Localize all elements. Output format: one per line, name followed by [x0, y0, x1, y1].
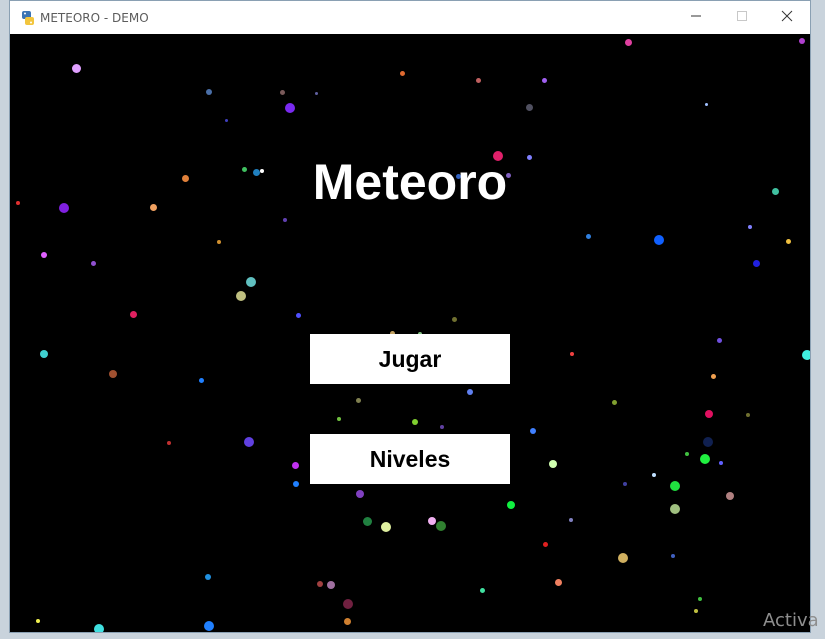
- star: [293, 481, 299, 487]
- star: [436, 521, 446, 531]
- star: [356, 490, 364, 498]
- star: [317, 581, 323, 587]
- star: [555, 579, 562, 586]
- star: [315, 92, 318, 95]
- star: [285, 103, 295, 113]
- star: [327, 581, 335, 589]
- star: [167, 441, 171, 445]
- star: [569, 518, 573, 522]
- title-bar[interactable]: METEORO - DEMO: [10, 1, 810, 34]
- star: [694, 609, 698, 613]
- star: [746, 413, 750, 417]
- star: [654, 235, 664, 245]
- star: [205, 574, 211, 580]
- minimize-icon: [690, 9, 702, 27]
- window-title: METEORO - DEMO: [40, 11, 149, 25]
- star: [802, 350, 810, 360]
- star: [381, 522, 391, 532]
- star: [467, 389, 473, 395]
- star: [225, 119, 228, 122]
- star: [109, 370, 117, 378]
- game-title: Meteoro: [312, 154, 508, 210]
- star: [356, 398, 361, 403]
- star: [91, 261, 96, 266]
- star: [618, 553, 628, 563]
- levels-button[interactable]: Niveles: [310, 434, 510, 484]
- star: [703, 437, 713, 447]
- star: [400, 71, 405, 76]
- game-window: METEORO - DEMO Meteoro Jugar Niveles: [9, 0, 811, 633]
- star: [612, 400, 617, 405]
- star: [130, 311, 137, 318]
- star: [72, 64, 81, 73]
- python-icon: [20, 10, 36, 26]
- star: [246, 277, 256, 287]
- close-icon: [781, 9, 793, 27]
- star: [786, 239, 791, 244]
- star: [507, 501, 515, 509]
- star: [94, 624, 104, 632]
- star: [217, 240, 221, 244]
- star: [344, 618, 351, 625]
- star: [542, 78, 547, 83]
- star: [711, 374, 716, 379]
- star: [283, 218, 287, 222]
- star: [296, 313, 301, 318]
- star: [705, 103, 708, 106]
- star: [719, 461, 723, 465]
- star: [452, 317, 457, 322]
- star: [543, 542, 548, 547]
- star: [428, 517, 436, 525]
- star: [570, 352, 574, 356]
- star: [700, 454, 710, 464]
- star: [476, 78, 481, 83]
- star: [244, 437, 254, 447]
- star: [292, 462, 299, 469]
- minimize-button[interactable]: [673, 1, 719, 34]
- star: [206, 89, 212, 95]
- star: [480, 588, 485, 593]
- star: [363, 517, 372, 526]
- star: [440, 425, 444, 429]
- star: [36, 619, 40, 623]
- game-canvas: Meteoro Jugar Niveles: [10, 34, 810, 632]
- star: [623, 482, 627, 486]
- star: [337, 417, 341, 421]
- star: [670, 481, 680, 491]
- activation-watermark: Activa: [763, 610, 819, 631]
- star: [685, 452, 689, 456]
- star: [526, 104, 533, 111]
- maximize-icon: [736, 9, 748, 27]
- star: [671, 554, 675, 558]
- close-button[interactable]: [764, 1, 810, 34]
- star: [717, 338, 722, 343]
- star: [412, 419, 418, 425]
- star: [236, 291, 246, 301]
- star: [343, 599, 353, 609]
- star: [705, 410, 713, 418]
- star: [748, 225, 752, 229]
- star: [726, 492, 734, 500]
- star: [799, 38, 805, 44]
- star: [204, 621, 214, 631]
- star: [698, 597, 702, 601]
- star: [280, 90, 285, 95]
- play-button[interactable]: Jugar: [310, 334, 510, 384]
- star: [753, 260, 760, 267]
- star: [549, 460, 557, 468]
- star: [586, 234, 591, 239]
- star: [530, 428, 536, 434]
- star: [652, 473, 656, 477]
- maximize-button[interactable]: [719, 1, 765, 34]
- star: [41, 252, 47, 258]
- star: [199, 378, 204, 383]
- star: [625, 39, 632, 46]
- star: [670, 504, 680, 514]
- star: [40, 350, 48, 358]
